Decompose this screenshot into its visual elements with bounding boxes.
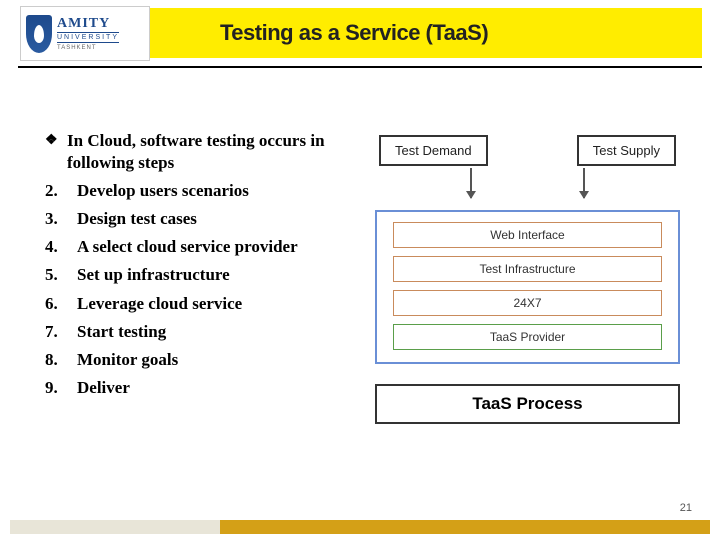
- step-number: 7.: [35, 321, 77, 343]
- intro-text: In Cloud, software testing occurs in fol…: [67, 130, 345, 174]
- logo-flame-icon: [34, 25, 44, 43]
- footer-accent: [220, 520, 710, 534]
- list-item: 7. Start testing: [35, 321, 345, 343]
- provider-container: Web Interface Test Infrastructure 24X7 T…: [375, 210, 680, 364]
- web-interface-box: Web Interface: [393, 222, 662, 248]
- bullet-icon: ❖: [35, 130, 67, 174]
- content-list: ❖ In Cloud, software testing occurs in f…: [35, 130, 345, 405]
- test-demand-box: Test Demand: [379, 135, 488, 166]
- logo: AMITY UNIVERSITY TASHKENT: [20, 6, 150, 61]
- logo-name: AMITY: [57, 17, 119, 31]
- step-number: 9.: [35, 377, 77, 399]
- step-text: Deliver: [77, 377, 130, 399]
- step-text: Leverage cloud service: [77, 293, 242, 315]
- test-infrastructure-box: Test Infrastructure: [393, 256, 662, 282]
- step-text: Start testing: [77, 321, 166, 343]
- list-item: 6. Leverage cloud service: [35, 293, 345, 315]
- diagram-caption: TaaS Process: [375, 384, 680, 424]
- slide-title: Testing as a Service (TaaS): [220, 20, 488, 46]
- 24x7-box: 24X7: [393, 290, 662, 316]
- list-item: 9. Deliver: [35, 377, 345, 399]
- arrow-down-icon: [470, 168, 472, 198]
- logo-shield-icon: [26, 15, 52, 53]
- taas-provider-box: TaaS Provider: [393, 324, 662, 350]
- step-number: 8.: [35, 349, 77, 371]
- list-item: 4. A select cloud service provider: [35, 236, 345, 258]
- title-bar: Testing as a Service (TaaS): [115, 8, 702, 58]
- page-number: 21: [680, 502, 692, 514]
- list-item: 8. Monitor goals: [35, 349, 345, 371]
- step-text: Monitor goals: [77, 349, 178, 371]
- taas-diagram: Test Demand Test Supply Web Interface Te…: [375, 135, 680, 445]
- step-number: 5.: [35, 264, 77, 286]
- list-item: 5. Set up infrastructure: [35, 264, 345, 286]
- list-item: 3. Design test cases: [35, 208, 345, 230]
- step-text: A select cloud service provider: [77, 236, 298, 258]
- logo-location: TASHKENT: [57, 45, 119, 51]
- step-number: 6.: [35, 293, 77, 315]
- list-item: ❖ In Cloud, software testing occurs in f…: [35, 130, 345, 174]
- step-text: Design test cases: [77, 208, 197, 230]
- step-number: 4.: [35, 236, 77, 258]
- horizontal-rule: [18, 66, 702, 68]
- step-number: 2.: [35, 180, 77, 202]
- test-supply-box: Test Supply: [577, 135, 676, 166]
- footer-accent-light: [10, 520, 220, 534]
- step-text: Set up infrastructure: [77, 264, 230, 286]
- logo-type: UNIVERSITY: [57, 32, 119, 43]
- logo-text: AMITY UNIVERSITY TASHKENT: [57, 17, 119, 51]
- arrow-down-icon: [583, 168, 585, 198]
- step-number: 3.: [35, 208, 77, 230]
- diagram-top-row: Test Demand Test Supply: [375, 135, 680, 166]
- diagram-arrows: [375, 166, 680, 206]
- list-item: 2. Develop users scenarios: [35, 180, 345, 202]
- step-text: Develop users scenarios: [77, 180, 249, 202]
